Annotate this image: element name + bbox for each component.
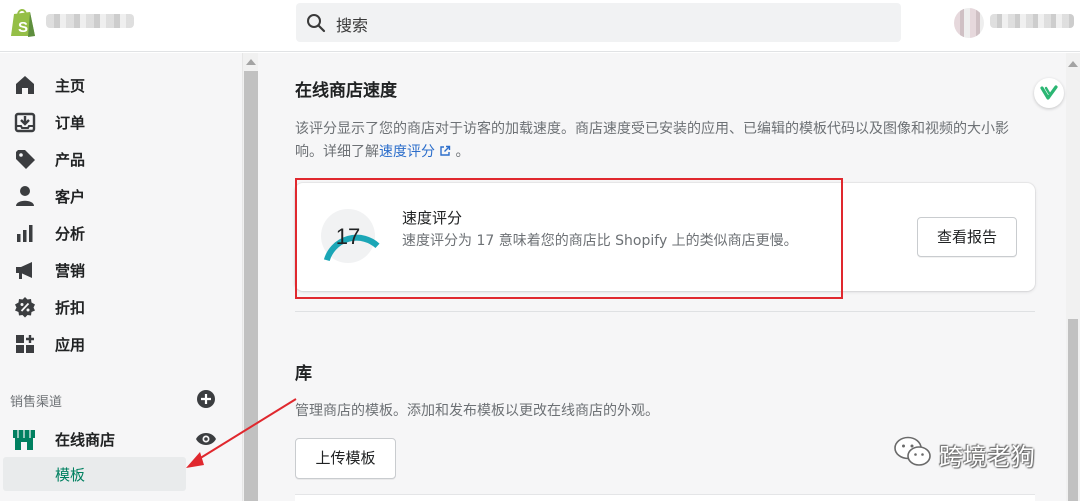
sidebar-item-label: 在线商店 — [55, 431, 116, 449]
scrollbar-thumb[interactable] — [1068, 319, 1078, 501]
main-scrollbar[interactable] — [1066, 53, 1080, 501]
search-bar[interactable]: 搜索 — [296, 3, 901, 42]
extension-v-icon — [1040, 85, 1058, 100]
megaphone-icon — [16, 262, 32, 279]
sidebar-item-label: 主页 — [55, 77, 86, 95]
top-bar: S 搜索 — [0, 0, 1080, 52]
sidebar-item-orders[interactable]: 订单 — [0, 105, 240, 139]
sidebar-item-label: 营销 — [55, 262, 86, 280]
speed-score-link[interactable]: 速度评分 — [379, 144, 451, 160]
sidebar-item-customers[interactable]: 客户 — [0, 179, 240, 213]
sidebar-item-label: 折扣 — [55, 299, 86, 317]
person-icon — [16, 186, 34, 206]
home-icon — [16, 76, 34, 94]
upload-theme-button[interactable]: 上传模板 — [295, 438, 396, 479]
wechat-icon — [894, 436, 931, 466]
user-name-blurred[interactable] — [990, 14, 1074, 28]
watermark-text: 跨境老狗 — [939, 443, 1035, 471]
sales-channels-title: 销售渠道 — [10, 395, 63, 410]
add-channel-icon[interactable] — [196, 389, 216, 409]
shopify-logo-icon[interactable]: S — [8, 6, 38, 38]
sidebar-item-online-store[interactable]: 在线商店 — [0, 423, 240, 457]
external-link-icon[interactable] — [439, 145, 451, 157]
avatar[interactable] — [954, 8, 984, 38]
browser-extension-badge[interactable] — [1034, 78, 1064, 108]
sidebar-item-apps[interactable]: 应用 — [0, 327, 240, 361]
library-section-description: 管理商店的模板。添加和发布模板以更改在线商店的外观。 — [295, 403, 659, 419]
section-divider — [295, 311, 1035, 312]
sidebar-item-analytics[interactable]: 分析 — [0, 216, 240, 250]
sidebar-item-label: 应用 — [55, 336, 86, 354]
annotation-highlight-box — [295, 178, 843, 299]
scroll-up-arrow-icon[interactable] — [246, 59, 256, 65]
store-icon — [13, 430, 35, 450]
sidebar: 主页 订单 产品 客户 分析 营销 折扣 应用 销售渠道 在线商店 模板 — [0, 53, 242, 501]
sidebar-item-label: 产品 — [55, 151, 86, 169]
sidebar-item-products[interactable]: 产品 — [0, 142, 240, 176]
sidebar-item-marketing[interactable]: 营销 — [0, 253, 240, 287]
search-placeholder[interactable]: 搜索 — [336, 12, 368, 36]
scroll-up-arrow-icon[interactable] — [1068, 61, 1078, 67]
tag-icon — [16, 150, 35, 169]
sidebar-item-discounts[interactable]: 折扣 — [0, 290, 240, 324]
sidebar-scrollbar[interactable] — [242, 53, 258, 501]
orders-icon — [14, 112, 36, 133]
sidebar-subitem-themes[interactable]: 模板 — [3, 457, 186, 491]
apps-icon — [16, 335, 34, 353]
bar-chart-icon — [17, 225, 33, 242]
sidebar-item-label: 订单 — [55, 114, 86, 132]
sidebar-item-home[interactable]: 主页 — [0, 68, 240, 102]
sidebar-item-label: 客户 — [55, 188, 86, 206]
view-report-button[interactable]: 查看报告 — [917, 217, 1017, 257]
svg-text:S: S — [18, 19, 28, 36]
search-icon — [307, 14, 326, 33]
eye-icon[interactable] — [195, 430, 217, 448]
store-name-blurred[interactable] — [46, 14, 134, 28]
library-section-title: 库 — [295, 364, 312, 384]
speed-section-description: 该评分显示了您的商店对于访客的加载速度。商店速度受已安装的应用、已编辑的模板代码… — [295, 121, 1009, 160]
speed-section-title: 在线商店速度 — [295, 81, 397, 101]
theme-card-top-edge — [295, 494, 1035, 501]
sidebar-item-label: 分析 — [55, 225, 86, 243]
discount-icon — [15, 297, 35, 318]
scrollbar-thumb[interactable] — [244, 71, 258, 501]
sidebar-subitem-label: 模板 — [55, 466, 86, 484]
